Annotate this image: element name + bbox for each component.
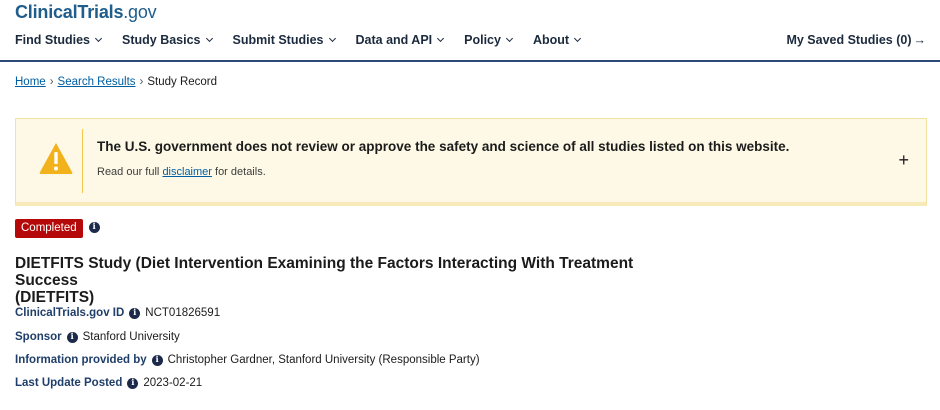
breadcrumb-search-results-link[interactable]: Search Results: [58, 76, 136, 88]
field-label: Information provided by: [15, 354, 147, 366]
breadcrumb: Home › Search Results › Study Record: [15, 76, 217, 88]
last-update-row: Last Update Posted i 2023-02-21: [15, 377, 202, 389]
disclaimer-link[interactable]: disclaimer: [162, 166, 212, 178]
nav-about[interactable]: About: [532, 33, 582, 47]
alert-body-suffix: for details.: [211, 166, 266, 178]
field-label: ClinicalTrials.gov ID: [15, 307, 125, 319]
nav-label: About: [532, 33, 570, 47]
info-icon[interactable]: i: [88, 221, 100, 233]
saved-label: My Saved Studies (0): [786, 33, 912, 47]
disclaimer-alert: The U.S. government does not review or a…: [15, 118, 927, 206]
field-value: Christopher Gardner, Stanford University…: [167, 354, 480, 366]
status-badge: Completed: [15, 219, 83, 238]
nav-submit-studies[interactable]: Submit Studies: [232, 33, 336, 47]
breadcrumb-home-link[interactable]: Home: [15, 76, 46, 88]
nav-study-basics[interactable]: Study Basics: [122, 33, 213, 47]
arrow-right-icon: →: [913, 33, 927, 47]
nav-label: Find Studies: [15, 33, 90, 47]
chevron-down-icon: [205, 34, 213, 43]
field-value: NCT01826591: [145, 307, 221, 319]
expand-plus-icon[interactable]: +: [898, 150, 909, 171]
nav-label: Submit Studies: [232, 33, 324, 47]
nav-find-studies[interactable]: Find Studies: [15, 33, 103, 47]
info-icon[interactable]: i: [66, 331, 78, 343]
main-nav: Find Studies Study Basics Submit Studies…: [15, 33, 601, 47]
alert-title: The U.S. government does not review or a…: [97, 139, 790, 154]
field-value: Stanford University: [82, 331, 180, 343]
nav-label: Data and API: [355, 33, 433, 47]
logo-suffix: .gov: [123, 2, 157, 22]
breadcrumb-separator: ›: [139, 76, 144, 88]
warning-icon: [39, 143, 73, 174]
chevron-down-icon: [94, 34, 103, 43]
field-label: Sponsor: [15, 331, 62, 343]
breadcrumb-separator: ›: [49, 76, 54, 88]
nav-policy[interactable]: Policy: [464, 33, 514, 47]
alert-divider: [82, 129, 83, 193]
study-title-line-1: DIETFITS Study (Diet Intervention Examin…: [15, 255, 634, 289]
alert-body-prefix: Read our full: [97, 166, 163, 178]
field-label: Last Update Posted: [15, 377, 123, 389]
study-title: DIETFITS Study (Diet Intervention Examin…: [15, 255, 675, 306]
study-id-row: ClinicalTrials.gov ID i NCT01826591: [15, 307, 220, 319]
information-provided-row: Information provided by i Christopher Ga…: [15, 354, 480, 366]
sponsor-row: Sponsor i Stanford University: [15, 331, 180, 343]
chevron-down-icon: [437, 34, 445, 43]
info-icon[interactable]: i: [151, 354, 163, 366]
info-icon[interactable]: i: [129, 307, 141, 319]
chevron-down-icon: [328, 34, 336, 43]
nav-label: Study Basics: [122, 33, 201, 47]
study-title-line-2: (DIETFITS): [15, 289, 95, 306]
chevron-down-icon: [505, 34, 514, 43]
status-row: Completed i: [15, 219, 100, 238]
nav-label: Policy: [464, 33, 501, 47]
info-icon[interactable]: i: [127, 377, 139, 389]
site-logo[interactable]: ClinicalTrials.gov: [15, 2, 157, 23]
chevron-down-icon: [574, 34, 582, 43]
breadcrumb-current: Study Record: [147, 76, 218, 88]
alert-body: Read our full disclaimer for details.: [97, 166, 266, 178]
nav-data-and-api[interactable]: Data and API: [355, 33, 445, 47]
site-header: ClinicalTrials.gov Find Studies Study Ba…: [0, 0, 940, 62]
logo-text: ClinicalTrials: [15, 2, 124, 22]
field-value: 2023-02-21: [143, 377, 203, 389]
my-saved-studies-link[interactable]: My Saved Studies (0) →: [786, 33, 926, 47]
